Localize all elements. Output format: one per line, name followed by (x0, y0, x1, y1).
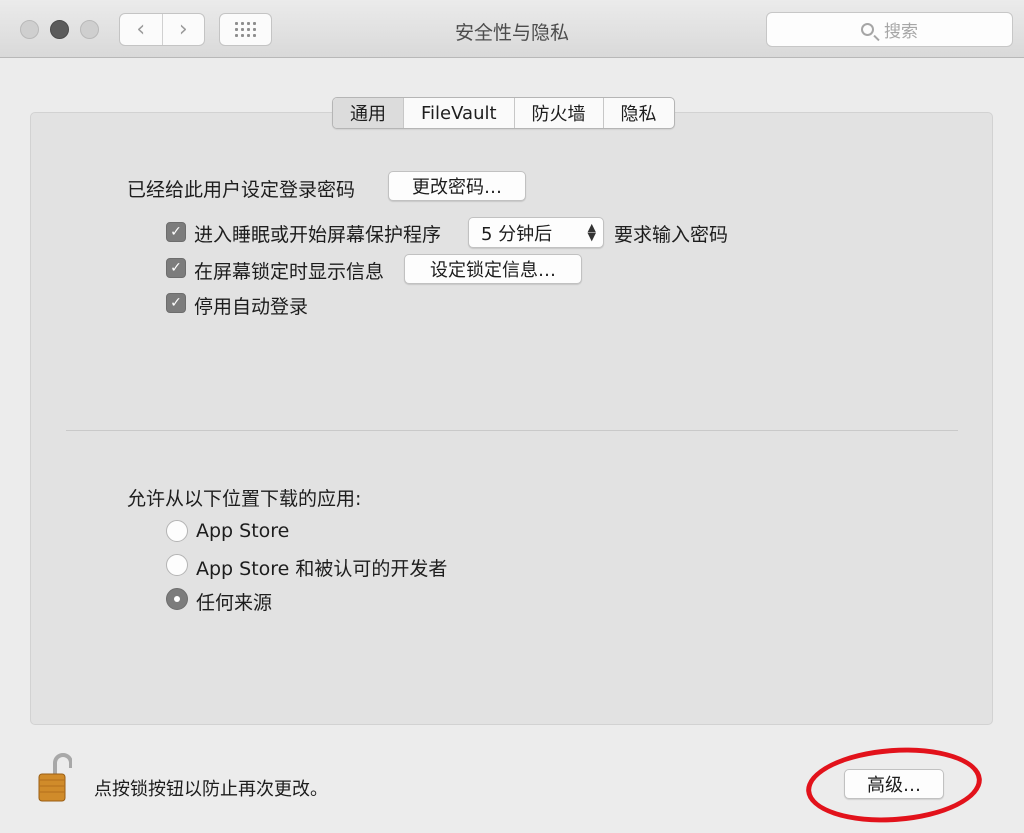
red-annotation-circle (803, 741, 985, 829)
window-title: 安全性与隐私 (454, 22, 569, 44)
back-forward-group: ‹ › (119, 13, 205, 46)
zoom-window-button[interactable] (80, 20, 99, 39)
lock-hint-text: 点按锁按钮以防止再次更改。 (94, 779, 328, 800)
tab-bar: 通用 FileVault 防火墙 隐私 (332, 97, 675, 129)
updown-chevron-icon: ▲ ▼ (587, 221, 596, 243)
tab-firewall[interactable]: 防火墙 (515, 98, 604, 128)
login-password-label: 已经给此用户设定登录密码 (127, 179, 356, 201)
disable-autologin-checkbox[interactable]: ✓ (166, 293, 186, 313)
forward-button[interactable]: › (163, 14, 205, 45)
radio-app-store-identified[interactable] (166, 554, 188, 576)
content-panel (30, 112, 993, 725)
download-source-heading: 允许从以下位置下载的应用: (127, 488, 362, 510)
show-message-checkbox[interactable]: ✓ (166, 258, 186, 278)
radio-anywhere[interactable] (166, 588, 188, 610)
radio-app-store-label: App Store (196, 520, 290, 542)
radio-app-store[interactable] (166, 520, 188, 542)
search-field[interactable]: 搜索 (766, 12, 1013, 47)
unlocked-padlock-icon[interactable] (38, 752, 72, 802)
minimize-window-button[interactable] (50, 20, 69, 39)
show-message-label: 在屏幕锁定时显示信息 (194, 261, 385, 283)
chevron-right-icon: › (178, 17, 188, 42)
select-value: 5 分钟后 (481, 223, 553, 245)
search-placeholder: 搜索 (884, 22, 918, 42)
radio-anywhere-label: 任何来源 (196, 592, 273, 614)
section-divider (66, 430, 958, 431)
require-password-delay-select[interactable]: 5 分钟后 ▲ ▼ (468, 217, 604, 248)
disable-autologin-label: 停用自动登录 (194, 296, 309, 318)
change-password-button[interactable]: 更改密码… (388, 171, 526, 201)
set-lock-message-button[interactable]: 设定锁定信息… (404, 254, 582, 284)
back-button[interactable]: ‹ (120, 14, 163, 45)
security-privacy-window: ‹ › 安全性与隐私 搜索 通用 FileVault 防火墙 隐私 已经给此用户… (0, 0, 1024, 833)
require-password-label: 进入睡眠或开始屏幕保护程序 (194, 224, 442, 246)
title-bar: ‹ › 安全性与隐私 搜索 (0, 0, 1024, 58)
radio-app-store-identified-label: App Store 和被认可的开发者 (196, 558, 448, 580)
close-window-button[interactable] (20, 20, 39, 39)
chevron-left-icon: ‹ (136, 17, 146, 42)
grid-icon (235, 22, 256, 37)
search-icon (861, 23, 874, 36)
tab-general[interactable]: 通用 (333, 98, 404, 128)
require-password-suffix: 要求输入密码 (614, 224, 729, 246)
tab-privacy[interactable]: 隐私 (604, 98, 674, 128)
show-all-button[interactable] (219, 13, 272, 46)
tab-filevault[interactable]: FileVault (404, 98, 515, 128)
require-password-checkbox[interactable]: ✓ (166, 222, 186, 242)
